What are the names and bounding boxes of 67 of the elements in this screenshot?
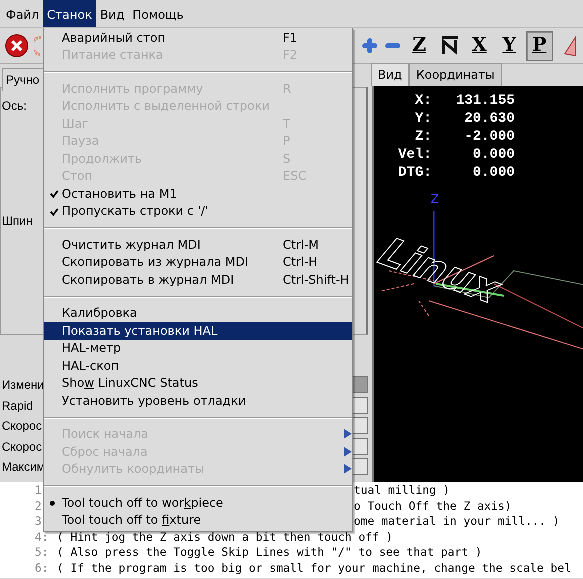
dro-value: 131.155 <box>455 92 515 110</box>
dro-label: X: <box>414 92 432 110</box>
toolbar-button[interactable]: P <box>526 30 553 60</box>
code-line: tual milling ) <box>354 483 450 497</box>
menu-item[interactable]: Установить уровень отладки <box>44 392 352 410</box>
toolbar-button[interactable]: Z <box>406 30 433 60</box>
menu-item[interactable]: HAL-метр <box>44 340 352 357</box>
menu-item[interactable]: HAL-скоп <box>44 357 352 374</box>
line-number: 1 <box>35 483 43 498</box>
dro-label: Z: <box>414 128 432 146</box>
menu-item[interactable]: Tool touch off to workpiece <box>44 494 352 512</box>
shortcut: Ctrl-M <box>283 236 320 254</box>
zoom-out-icon <box>385 42 401 48</box>
toolbar-button[interactable]: X <box>466 30 493 60</box>
dro-value: 0.000 <box>472 146 515 164</box>
menu-item[interactable]: Пропускать строки с '/' <box>44 202 352 220</box>
power-icon <box>34 36 42 56</box>
menu-title[interactable]: Помощь <box>128 0 188 27</box>
menu-item[interactable]: Показать установки HAL <box>44 322 352 340</box>
line-number: 5: <box>35 545 50 560</box>
dro-label: Y: <box>414 110 432 128</box>
shortcut: Ctrl-Shift-H <box>283 272 350 289</box>
menu-item[interactable]: Tool touch off to fixture <box>44 512 352 529</box>
toolbar-button[interactable]: Y <box>496 30 523 60</box>
slider-label: Rapid <box>2 398 34 414</box>
slider-label: Скорос <box>2 418 42 435</box>
line-number: 3 <box>35 514 43 530</box>
dro-value: 20.630 <box>464 110 515 128</box>
code-line: ( Hint jog the Z axis down a bit then touch off ) <box>57 530 394 544</box>
menu-item[interactable]: Скопировать из журнала MDI Ctrl-H <box>44 254 352 271</box>
line-number: 6: <box>35 560 50 576</box>
dro-label: Vel: <box>397 146 432 164</box>
dro-label: DTG: <box>397 164 432 182</box>
menu-item[interactable]: Скопировать в журнал MDI Ctrl-Shift-H <box>44 271 352 288</box>
line-number: 2 <box>35 498 43 514</box>
cone-icon <box>562 34 576 58</box>
dro-value: -2.000 <box>464 128 515 146</box>
zoom-in-icon <box>362 38 378 54</box>
shortcut: F1 <box>283 30 298 47</box>
axis-label: Ось: <box>2 98 27 115</box>
slider-label: Скорос <box>2 438 42 456</box>
slider-label: Измени <box>2 377 44 394</box>
submenu-arrow-icon <box>344 429 352 440</box>
menu-title[interactable]: Файл <box>2 0 44 27</box>
menu-item[interactable]: Калибровка <box>44 304 352 322</box>
menu-item[interactable]: Остановить на M1 <box>44 185 352 202</box>
line-number: 4: <box>35 530 50 545</box>
code-line: ome material in your mill... ) <box>354 514 560 528</box>
tab[interactable]: Ручно <box>2 68 44 91</box>
code-line: ( If the program is too big or small for your machine, change the scale bel <box>57 560 572 574</box>
dro-value: 0.000 <box>472 164 515 182</box>
axis-label: Z <box>431 191 440 208</box>
tab[interactable]: Вид <box>371 63 410 86</box>
menu-item[interactable]: Очистить журнал MDI Ctrl-M <box>44 236 352 254</box>
tab[interactable]: Координаты <box>409 63 502 86</box>
code-line: ( Also press the Toggle Skip Lines with "/" to see that part ) <box>57 545 482 559</box>
stop-icon <box>4 34 28 58</box>
shortcut: Ctrl-H <box>283 254 318 272</box>
submenu-arrow-icon <box>344 446 352 457</box>
submenu-arrow-icon <box>344 464 352 474</box>
spindle-label: Шпин <box>2 213 33 230</box>
menu-item[interactable]: Аварийный стоп F1 <box>44 29 352 46</box>
code-line: o Touch Off the Z axis) <box>354 498 512 512</box>
menu-title[interactable]: Станок <box>43 0 96 27</box>
menu-title[interactable]: Вид <box>96 0 129 27</box>
toolpath-text: Linux <box>374 231 514 311</box>
menu-item[interactable]: Show LinuxCNC Status <box>44 374 352 392</box>
